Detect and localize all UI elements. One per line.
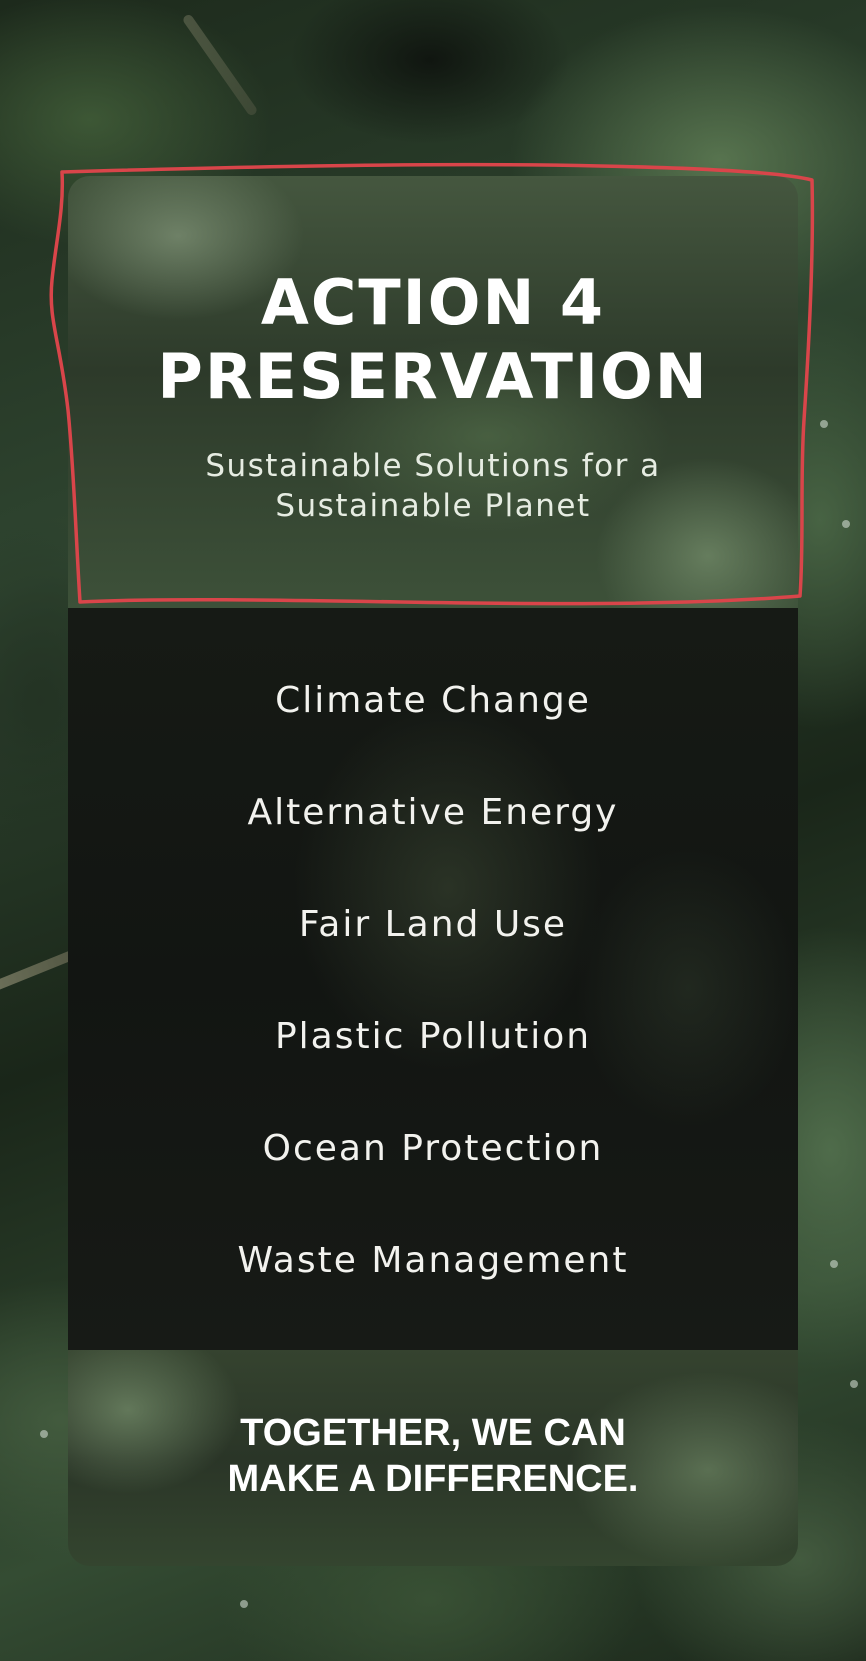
water-droplet xyxy=(830,1260,838,1268)
topic-ocean-protection: Ocean Protection xyxy=(262,1127,604,1169)
title-line-2: PRESERVATION xyxy=(157,340,709,413)
title-line-1: ACTION 4 xyxy=(260,266,606,339)
cta-line-2: MAKE A DIFFERENCE. xyxy=(227,1458,639,1500)
call-to-action: TOGETHER, WE CAN MAKE A DIFFERENCE. xyxy=(68,1410,798,1502)
topic-list: Climate Change Alternative Energy Fair L… xyxy=(68,644,798,1316)
topic-plastic-pollution: Plastic Pollution xyxy=(274,1015,592,1057)
topics-section: Climate Change Alternative Energy Fair L… xyxy=(68,608,798,1350)
water-droplet xyxy=(240,1600,248,1608)
footer-section: TOGETHER, WE CAN MAKE A DIFFERENCE. xyxy=(68,1350,798,1566)
water-droplet xyxy=(820,420,828,428)
topic-alternative-energy: Alternative Energy xyxy=(247,791,619,833)
hero-section: ACTION 4 PRESERVATION Sustainable Soluti… xyxy=(68,176,798,608)
poster-page: ACTION 4 PRESERVATION Sustainable Soluti… xyxy=(0,0,866,1661)
topic-fair-land-use: Fair Land Use xyxy=(298,903,568,945)
page-title: ACTION 4 PRESERVATION xyxy=(68,266,798,414)
water-droplet xyxy=(842,520,850,528)
branch-stem xyxy=(181,12,259,118)
cta-line-1: TOGETHER, WE CAN xyxy=(240,1412,626,1454)
subtitle-line-1: Sustainable Solutions for a xyxy=(205,448,661,484)
topic-climate-change: Climate Change xyxy=(275,679,591,721)
page-subtitle: Sustainable Solutions for a Sustainable … xyxy=(68,446,798,526)
poster-card: ACTION 4 PRESERVATION Sustainable Soluti… xyxy=(68,176,798,1566)
water-droplet xyxy=(40,1430,48,1438)
topic-waste-management: Waste Management xyxy=(237,1239,629,1281)
subtitle-line-2: Sustainable Planet xyxy=(275,488,591,524)
water-droplet xyxy=(850,1380,858,1388)
